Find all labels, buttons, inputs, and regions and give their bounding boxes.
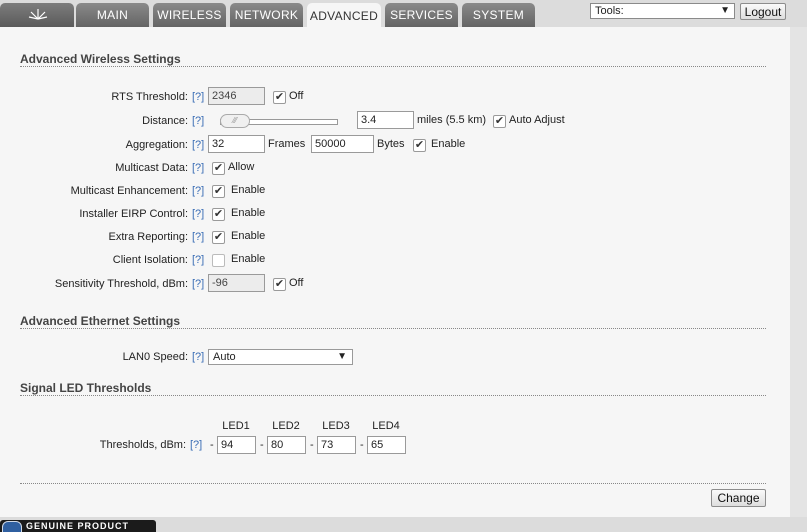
led-separator: -	[310, 439, 314, 451]
rts-help-link[interactable]: [?]	[192, 91, 204, 103]
led1-threshold-input[interactable]	[217, 436, 256, 454]
aggregation-help-link[interactable]: [?]	[192, 139, 204, 151]
lan0-speed-select[interactable]: Auto ▼	[208, 349, 353, 365]
aggregation-bytes-input[interactable]	[311, 135, 374, 153]
genuine-product-badge: GENUINE PRODUCT	[0, 520, 156, 532]
change-button[interactable]: Change	[711, 489, 766, 507]
led-separator: -	[260, 439, 264, 451]
rts-threshold-input[interactable]	[208, 87, 265, 105]
led-thresholds-label: Thresholds, dBm:	[99, 439, 186, 451]
section-divider	[20, 66, 766, 67]
distance-help-link[interactable]: [?]	[192, 115, 204, 127]
tab-wireless[interactable]: WIRELESS	[153, 3, 226, 27]
client-isolation-label: Client Isolation:	[112, 254, 188, 266]
section-title-led: Signal LED Thresholds	[20, 381, 152, 395]
installer-eirp-label: Installer EIRP Control:	[79, 208, 188, 220]
led-separator: -	[360, 439, 364, 451]
lan0-speed-help-link[interactable]: [?]	[192, 351, 204, 363]
sensitivity-help-link[interactable]: [?]	[192, 278, 204, 290]
multicast-enhancement-help-link[interactable]: [?]	[192, 185, 204, 197]
multicast-data-checkbox[interactable]	[212, 162, 225, 175]
aggregation-enable-checkbox[interactable]	[413, 139, 426, 152]
section-divider	[20, 395, 766, 396]
chevron-down-icon: ▼	[337, 351, 347, 362]
right-margin	[790, 27, 807, 517]
led-thresholds-help-link[interactable]: [?]	[190, 439, 202, 451]
aggregation-enable-label: Enable	[431, 138, 466, 150]
led4-threshold-input[interactable]	[367, 436, 406, 454]
frames-label: Frames	[268, 138, 306, 150]
footer-divider	[20, 483, 766, 484]
led2-header: LED2	[272, 420, 300, 432]
distance-label: Distance:	[142, 115, 188, 127]
led3-header: LED3	[322, 420, 350, 432]
led1-header: LED1	[222, 420, 250, 432]
client-isolation-checkbox[interactable]	[212, 254, 225, 267]
distance-input[interactable]	[357, 111, 414, 129]
auto-adjust-label: Auto Adjust	[509, 114, 565, 126]
multicast-data-label: Multicast Data:	[115, 162, 188, 174]
chevron-down-icon: ▼	[720, 5, 730, 16]
multicast-data-help-link[interactable]: [?]	[192, 162, 204, 174]
aggregation-label: Aggregation:	[125, 139, 188, 151]
client-isolation-help-link[interactable]: [?]	[192, 254, 204, 266]
multicast-enhancement-checkbox[interactable]	[212, 185, 225, 198]
multicast-enhancement-option: Enable	[231, 184, 266, 196]
led2-threshold-input[interactable]	[267, 436, 306, 454]
shield-icon	[2, 521, 22, 532]
tab-main[interactable]: MAIN	[76, 3, 149, 27]
multicast-enhancement-label: Multicast Enhancement:	[70, 185, 188, 197]
lan0-speed-value: Auto	[213, 351, 236, 363]
logout-button[interactable]: Logout	[740, 3, 786, 20]
rts-threshold-label: RTS Threshold:	[111, 91, 188, 103]
installer-eirp-help-link[interactable]: [?]	[192, 208, 204, 220]
section-divider	[20, 328, 766, 329]
led3-threshold-input[interactable]	[317, 436, 356, 454]
tools-select-label: Tools:	[595, 5, 624, 17]
genuine-product-text: GENUINE PRODUCT	[26, 521, 130, 531]
rts-off-label: Off	[289, 90, 304, 102]
extra-reporting-help-link[interactable]: [?]	[192, 231, 204, 243]
tab-network[interactable]: NETWORK	[230, 3, 303, 27]
tab-advanced[interactable]: ADVANCED	[307, 3, 381, 28]
sensitivity-threshold-label: Sensitivity Threshold, dBm:	[54, 278, 188, 290]
tab-system[interactable]: SYSTEM	[462, 3, 535, 27]
distance-unit: miles (5.5 km)	[417, 114, 487, 126]
extra-reporting-checkbox[interactable]	[212, 231, 225, 244]
section-title-wireless: Advanced Wireless Settings	[20, 52, 181, 66]
multicast-data-option: Allow	[228, 161, 255, 173]
installer-eirp-option: Enable	[231, 207, 266, 219]
rts-off-checkbox[interactable]	[273, 91, 286, 104]
extra-reporting-option: Enable	[231, 230, 266, 242]
tab-services[interactable]: SERVICES	[385, 3, 458, 27]
lan0-speed-label: LAN0 Speed:	[122, 351, 188, 363]
logo-tab[interactable]	[0, 3, 74, 27]
tools-select[interactable]: Tools: ▼	[590, 3, 735, 19]
client-isolation-option: Enable	[231, 253, 266, 265]
led-separator: -	[210, 439, 214, 451]
led4-header: LED4	[372, 420, 400, 432]
section-title-ethernet: Advanced Ethernet Settings	[20, 314, 181, 328]
installer-eirp-checkbox[interactable]	[212, 208, 225, 221]
distance-slider-handle[interactable]: ⁄⁄⁄	[220, 114, 250, 128]
sensitivity-off-checkbox[interactable]	[273, 278, 286, 291]
aggregation-frames-input[interactable]	[208, 135, 265, 153]
sensitivity-off-label: Off	[289, 277, 304, 289]
auto-adjust-checkbox[interactable]	[493, 115, 506, 128]
bytes-label: Bytes	[377, 138, 405, 150]
top-navigation: MAIN WIRELESS NETWORK ADVANCED SERVICES …	[0, 0, 807, 28]
sensitivity-threshold-input[interactable]	[208, 274, 265, 292]
ubiquiti-logo-icon	[28, 9, 48, 20]
extra-reporting-label: Extra Reporting:	[108, 231, 188, 243]
